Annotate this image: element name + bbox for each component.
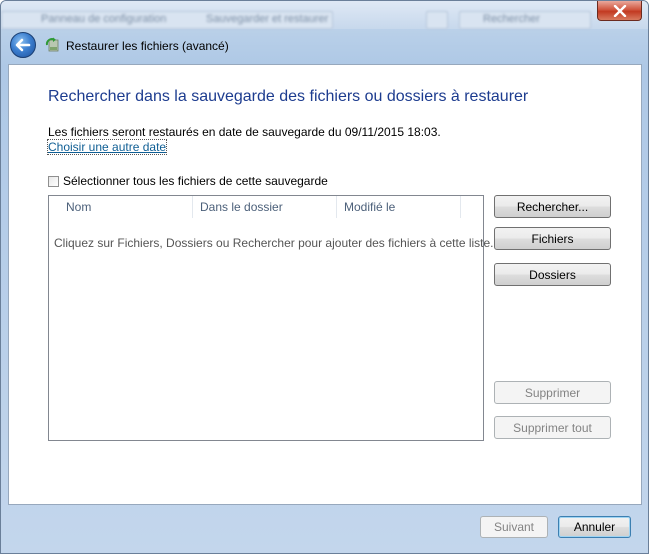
select-all-label: Sélectionner tous les fichiers de cette …: [63, 174, 328, 188]
files-button[interactable]: Fichiers: [494, 227, 611, 250]
delete-all-button[interactable]: Supprimer tout: [494, 416, 611, 439]
file-list[interactable]: Nom Dans le dossier Modifié le Cliquez s…: [48, 195, 494, 441]
navigation-bar: Restaurer les fichiers (avancé): [1, 29, 648, 64]
restore-files-window: Panneau de configuration Sauvegarder et …: [0, 0, 649, 554]
cancel-button[interactable]: Annuler: [558, 516, 631, 538]
delete-all-button-label: Supprimer tout: [513, 420, 592, 435]
list-header: Nom Dans le dossier Modifié le: [49, 196, 483, 218]
column-header-folder[interactable]: Dans le dossier: [193, 196, 337, 218]
refresh-icon[interactable]: [426, 11, 448, 29]
select-all-checkbox-row[interactable]: Sélectionner tous les fichiers de cette …: [48, 174, 328, 188]
content-pane: Rechercher dans la sauvegarde des fichie…: [8, 64, 642, 505]
select-all-checkbox[interactable]: [48, 175, 59, 187]
empty-list-message: Cliquez sur Fichiers, Dossiers ou Recher…: [54, 236, 494, 250]
delete-button[interactable]: Supprimer: [494, 381, 611, 404]
page-heading: Rechercher dans la sauvegarde des fichie…: [48, 88, 529, 105]
address-breadcrumb-2: Sauvegarder et restaurer: [206, 13, 329, 25]
window-title: Restaurer les fichiers (avancé): [66, 39, 229, 53]
choose-other-date-link[interactable]: Choisir une autre date: [46, 139, 168, 155]
folders-button[interactable]: Dossiers: [494, 263, 611, 286]
folders-button-label: Dossiers: [529, 267, 576, 282]
backup-restore-icon: [45, 37, 59, 52]
title-bar: Panneau de configuration Sauvegarder et …: [1, 1, 648, 29]
address-breadcrumb-1: Panneau de configuration: [41, 13, 167, 25]
search-placeholder: Rechercher: [483, 13, 540, 25]
cancel-button-label: Annuler: [573, 520, 616, 534]
close-icon: [613, 4, 626, 17]
column-header-name[interactable]: Nom: [49, 196, 193, 218]
search-button-label: Rechercher...: [516, 199, 589, 214]
back-arrow-icon: [15, 38, 31, 52]
back-button[interactable]: [10, 32, 36, 58]
restore-date-info: Les fichiers seront restaurés en date de…: [48, 125, 441, 139]
footer: Suivant Annuler: [1, 505, 648, 553]
close-button[interactable]: [597, 1, 642, 21]
files-button-label: Fichiers: [531, 231, 574, 246]
column-header-modified[interactable]: Modifié le: [337, 196, 461, 218]
search-button[interactable]: Rechercher...: [494, 195, 611, 218]
next-button[interactable]: Suivant: [480, 516, 548, 538]
next-button-label: Suivant: [493, 520, 535, 534]
delete-button-label: Supprimer: [524, 385, 581, 400]
